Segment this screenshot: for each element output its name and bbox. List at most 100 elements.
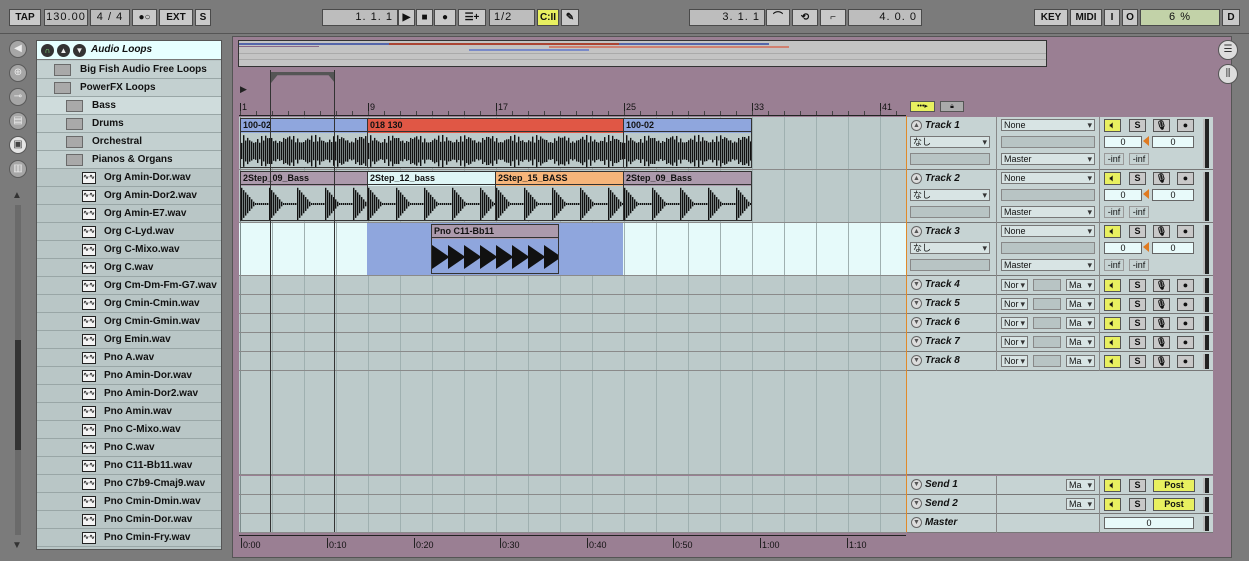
browser-item[interactable]: ∿∿ Pno A.wav	[37, 349, 221, 367]
browser-item[interactable]: ∿∿ Pno C-Mixo.wav	[37, 421, 221, 439]
track-name[interactable]: Track 2	[925, 173, 960, 184]
fold-track-icon[interactable]: ▼	[911, 298, 922, 309]
input-channel-menu[interactable]: なし	[910, 136, 990, 148]
track-name[interactable]: Track 6	[925, 317, 960, 328]
track-lane[interactable]	[239, 276, 906, 295]
input-channel-field[interactable]	[1001, 136, 1095, 148]
input-channel-field[interactable]	[1033, 336, 1061, 348]
track-lane[interactable]	[239, 314, 906, 333]
audio-from-menu[interactable]: Nor	[1001, 317, 1028, 329]
browser-item[interactable]: ∿∿ Org C-Lyd.wav	[37, 223, 221, 241]
audio-clip[interactable]: Pno C11-Bb11	[431, 224, 559, 274]
track-activator-icon[interactable]: 🔈︎	[1104, 336, 1121, 349]
browser-item[interactable]: ∿∿ Pno Cmin-Fry.wav	[37, 529, 221, 547]
track-lane[interactable]	[239, 295, 906, 314]
audio-to-menu[interactable]: Ma	[1066, 336, 1095, 348]
fold-track-icon[interactable]: ▲	[911, 226, 922, 237]
return-track-name[interactable]: Send 2	[925, 498, 958, 509]
live-devices-icon[interactable]: ⊕	[9, 64, 27, 82]
track-activator-icon[interactable]: 🔈︎	[1104, 355, 1121, 368]
plugin-devices-icon[interactable]: ⊸	[9, 88, 27, 106]
solo-button[interactable]: S	[1129, 172, 1146, 185]
arm-record-button[interactable]: ●	[1177, 298, 1194, 311]
monitor-icon[interactable]: 🎙︎	[1153, 336, 1170, 349]
playhead-marker-icon[interactable]: ▶	[240, 84, 247, 95]
audio-clip[interactable]: 2Step_12_bass	[367, 171, 496, 221]
stop-button[interactable]: ■	[416, 9, 433, 26]
solo-button[interactable]: S	[1129, 336, 1146, 349]
arm-record-button[interactable]: ●	[1177, 279, 1194, 292]
input-channel-field[interactable]	[1033, 317, 1061, 329]
solo-button[interactable]: S	[1129, 119, 1146, 132]
fold-track-icon[interactable]: ▼	[911, 517, 922, 528]
draw-mode-icon[interactable]: ✎	[561, 9, 579, 26]
track-activator-icon[interactable]: 🔈︎	[1104, 225, 1121, 238]
browser-scroll-down-icon[interactable]: ▼	[12, 540, 22, 551]
arm-record-button[interactable]: ●	[1177, 119, 1194, 132]
track-name[interactable]: Track 4	[925, 279, 960, 290]
audio-clip[interactable]: 2Step_15_BASS	[495, 171, 624, 221]
master-track-name[interactable]: Master	[925, 517, 957, 528]
track-activator-icon[interactable]: 🔈︎	[1104, 317, 1121, 330]
tap-tempo-button[interactable]: TAP	[9, 9, 41, 26]
audio-clip[interactable]: 100-02	[623, 118, 752, 168]
track-volume-field[interactable]: 0	[1104, 242, 1142, 254]
browser-item[interactable]: ∿∿ Org Amin-E7.wav	[37, 205, 221, 223]
arm-record-button[interactable]: ●	[1177, 172, 1194, 185]
beat-ruler[interactable]: ▶	[239, 70, 906, 116]
return-track-name[interactable]: Send 1	[925, 479, 958, 490]
overdub-button[interactable]: ☰+	[458, 9, 486, 26]
solo-button[interactable]: S	[1129, 279, 1146, 292]
solo-button[interactable]: S	[1129, 225, 1146, 238]
track-lane[interactable]	[239, 333, 906, 352]
audio-from-menu[interactable]: Nor	[1001, 298, 1028, 310]
arm-record-button[interactable]: ●	[1177, 336, 1194, 349]
file-browser-3-icon[interactable]: ▥	[9, 160, 27, 178]
browser-item[interactable]: ∿∿ Pno Cmin-Dmin.wav	[37, 493, 221, 511]
track-header[interactable]: ▼Track 8 Nor Ma 🔈︎ S 🎙︎ ●	[907, 352, 1213, 371]
browser-item[interactable]: ∿∿ Org Cm-Dm-Fm-G7.wav	[37, 277, 221, 295]
monitor-field[interactable]	[910, 206, 990, 218]
follow-switch-button[interactable]: •••▸	[910, 101, 935, 112]
loop-switch-icon[interactable]: ⟲	[792, 9, 818, 26]
input-channel-menu[interactable]: なし	[910, 189, 990, 201]
browser-item[interactable]: ∿∿ Org C.wav	[37, 259, 221, 277]
browser-item[interactable]: ∿∿ Pno Cmin-Dor.wav	[37, 511, 221, 529]
track-name[interactable]: Track 5	[925, 298, 960, 309]
track-pan-field[interactable]: 0	[1152, 242, 1194, 254]
audio-from-menu[interactable]: None	[1001, 225, 1095, 237]
browser-item[interactable]: ∿∿ Org Cmin-Gmin.wav	[37, 313, 221, 331]
browser-scrollbar-thumb[interactable]	[15, 340, 21, 450]
solo-button[interactable]: S	[1129, 479, 1146, 492]
track-name[interactable]: Track 7	[925, 336, 960, 347]
monitor-icon[interactable]: 🎙︎	[1153, 298, 1170, 311]
audio-clip[interactable]: 2Step_09_Bass	[240, 171, 368, 221]
return-track-header[interactable]: ▼Send 2 Ma 🔈︎ S Post	[907, 495, 1213, 514]
monitor-icon[interactable]: 🎙︎	[1153, 119, 1170, 132]
track-activator-icon[interactable]: 🔈︎	[1104, 479, 1121, 492]
track-pan-field[interactable]: 0	[1152, 189, 1194, 201]
arm-record-button[interactable]: ●	[1177, 225, 1194, 238]
input-channel-field[interactable]	[1001, 242, 1095, 254]
audio-to-menu[interactable]: Master	[1001, 259, 1095, 271]
track-lane[interactable]	[239, 495, 906, 514]
browser-item[interactable]: ∿∿ Org Amin-Dor2.wav	[37, 187, 221, 205]
track-activator-icon[interactable]: 🔈︎	[1104, 172, 1121, 185]
audio-from-menu[interactable]: None	[1001, 119, 1095, 131]
track-lane[interactable]	[239, 352, 906, 371]
browser-item[interactable]: ∿∿ Pno C11-Bb11.wav	[37, 457, 221, 475]
browser-item[interactable]: ∿∿ Pno C7b9-Cmaj9.wav	[37, 475, 221, 493]
track-header[interactable]: ▼Track 5 Nor Ma 🔈︎ S 🎙︎ ●	[907, 295, 1213, 314]
browser-item[interactable]: Big Fish Audio Free Loops	[37, 61, 221, 79]
monitor-field[interactable]	[910, 259, 990, 271]
monitor-icon[interactable]: 🎙︎	[1153, 355, 1170, 368]
fold-track-icon[interactable]: ▲	[911, 173, 922, 184]
browser-item[interactable]: ∿∿ Org Cmin-Cmin.wav	[37, 295, 221, 313]
browser-item[interactable]: Drums	[37, 115, 221, 133]
loop-length-field[interactable]: 4. 0. 0	[848, 9, 922, 26]
track-volume-field[interactable]: 0	[1104, 136, 1142, 148]
fold-track-icon[interactable]: ▲	[911, 120, 922, 131]
pre-post-toggle[interactable]: Post	[1153, 479, 1195, 492]
audio-to-menu[interactable]: Master	[1001, 206, 1095, 218]
file-browser-icon[interactable]: ▤	[9, 112, 27, 130]
